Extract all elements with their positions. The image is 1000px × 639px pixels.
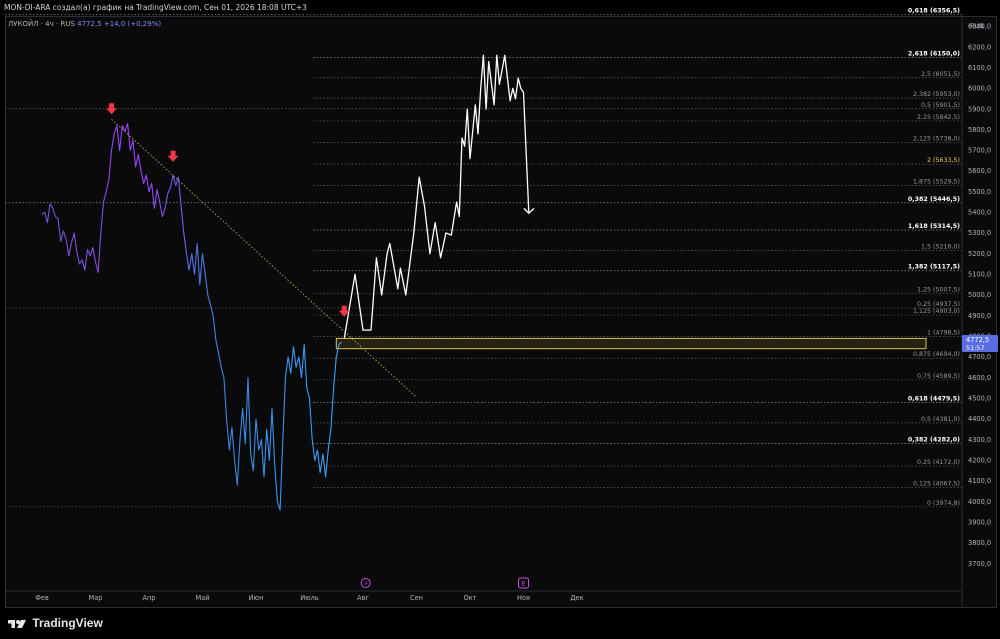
tradingview-logo-icon [8, 619, 26, 628]
fib-level-label: 0,5 (5901,5) [921, 102, 960, 109]
time-tick-label: Авг [357, 594, 369, 602]
down-arrow-marker [106, 103, 118, 115]
price-tick-label: 5300,0 [968, 229, 991, 237]
fib-levels: 0,618 (6356,5) 2,618 (6150,0) 2,5 (6051,5)… [5, 8, 962, 508]
trendline [111, 119, 417, 398]
fib-level-label: 0,25 (4172,0) [917, 459, 960, 466]
time-tick-label: Сен [410, 594, 423, 602]
trendline-layer [111, 119, 417, 398]
price-tick-label: 3900,0 [968, 518, 991, 526]
footer-bar [0, 608, 1000, 639]
price-tick-label: 3800,0 [968, 539, 991, 547]
fib-level-label: 0,382 (5446,5) [908, 196, 960, 203]
fib-level-label: 2,5 (6051,5) [921, 71, 960, 78]
price-tick-label: 5100,0 [968, 271, 991, 279]
price-tick-label: 5900,0 [968, 105, 991, 113]
time-tick-label: Июн [249, 594, 264, 602]
dividend-event-glyph: ⚡ [364, 581, 368, 588]
fib-level-label: 1,5 (5216,0) [921, 243, 960, 250]
fib-level-label: 0,618 (6356,5) [908, 8, 960, 15]
price-tick-label: 4000,0 [968, 498, 991, 506]
target-zone [335, 337, 927, 350]
price-tick-label: 6300,0 [968, 23, 991, 31]
price-tick-label: 4100,0 [968, 477, 991, 485]
fib-level-label: 1,25 (5007,5) [917, 286, 960, 293]
fib-level-label: 0 (3974,8) [927, 500, 960, 507]
time-tick-label: Мар [89, 594, 103, 602]
fib-level-label: 2,125 (5738,0) [913, 136, 960, 143]
time-tick-label: Окт [463, 594, 476, 602]
time-tick-label: Дек [570, 594, 583, 602]
fib-level-label: 0,618 (4479,5) [908, 396, 960, 403]
arrow-layer [106, 103, 350, 317]
time-tick-label: Фев [35, 594, 49, 602]
fib-level-label: 2 (5633,5) [927, 157, 960, 164]
price-tick-label: 4200,0 [968, 456, 991, 464]
fib-level-label: 0,25 (4937,5) [917, 301, 960, 308]
price-tick-label: 4500,0 [968, 395, 991, 403]
price-tick-label: 4300,0 [968, 436, 991, 444]
series-layer [41, 54, 535, 511]
last-price-text: 4772,5 [966, 336, 989, 344]
time-tick-label: Май [195, 594, 209, 602]
earnings-event-glyph: E [521, 580, 525, 588]
time-tick-label: Ноя [517, 594, 530, 602]
price-tick-label: 5700,0 [968, 147, 991, 155]
price-tick-label: 5800,0 [968, 126, 991, 134]
price-scale[interactable]: RUB6300,06200,06100,06000,05900,05800,05… [961, 16, 998, 606]
price-tick-label: 5000,0 [968, 291, 991, 299]
fib-level-label: 1 (4798,5) [927, 330, 960, 337]
brand-name: TradingView [32, 616, 103, 630]
price-series-line [41, 122, 342, 511]
fib-level-label: 2,618 (6150,0) [908, 50, 960, 57]
time-scale[interactable]: Фев Мар Апр Май Июн Июль Авг Сен Окт Ноя Дек ⚡ E [5, 577, 962, 602]
down-arrow-marker [167, 150, 179, 162]
price-tick-label: 6100,0 [968, 64, 991, 72]
price-tick-label: 6000,0 [968, 85, 991, 93]
fib-level-label: 0,125 (4067,5) [913, 481, 960, 488]
price-tick-label: 5200,0 [968, 250, 991, 258]
price-tick-label: 4700,0 [968, 353, 991, 361]
tradingview-logo[interactable]: TradingView [8, 616, 103, 630]
price-tick-label: 4400,0 [968, 415, 991, 423]
fib-level-label: 2,382 (5953,0) [913, 91, 960, 98]
price-tick-label: 5500,0 [968, 188, 991, 196]
time-tick-label: Апр [142, 594, 155, 602]
fib-level-label: 2,25 (5842,5) [917, 114, 960, 121]
price-tick-label: 3700,0 [968, 560, 991, 568]
zone-layer [335, 337, 927, 350]
fib-level-label: 1,125 (4903,0) [913, 308, 960, 315]
fib-level-label: 1,875 (5529,5) [913, 179, 960, 186]
fib-level-label: 1,618 (5314,5) [908, 223, 960, 230]
fib-level-label: 0,382 (4282,0) [908, 436, 960, 443]
price-tick-label: 5600,0 [968, 167, 991, 175]
price-tick-label: 4600,0 [968, 374, 991, 382]
fib-level-label: 0,75 (4589,5) [917, 373, 960, 380]
time-tick-label: Июль [300, 594, 319, 602]
price-tick-label: 4900,0 [968, 312, 991, 320]
price-tick-label: 5400,0 [968, 209, 991, 217]
fib-level-label: 0,5 (4381,0) [921, 416, 960, 423]
fib-level-label: 0,875 (4694,0) [913, 351, 960, 358]
fib-level-label: 1,382 (5117,5) [908, 264, 960, 271]
price-tick-label: 6200,0 [968, 43, 991, 51]
countdown-text: 51:57 [966, 344, 984, 352]
price-chart[interactable]: 0,618 (6356,5) 2,618 (6150,0) 2,5 (6051,5)… [0, 0, 1000, 639]
